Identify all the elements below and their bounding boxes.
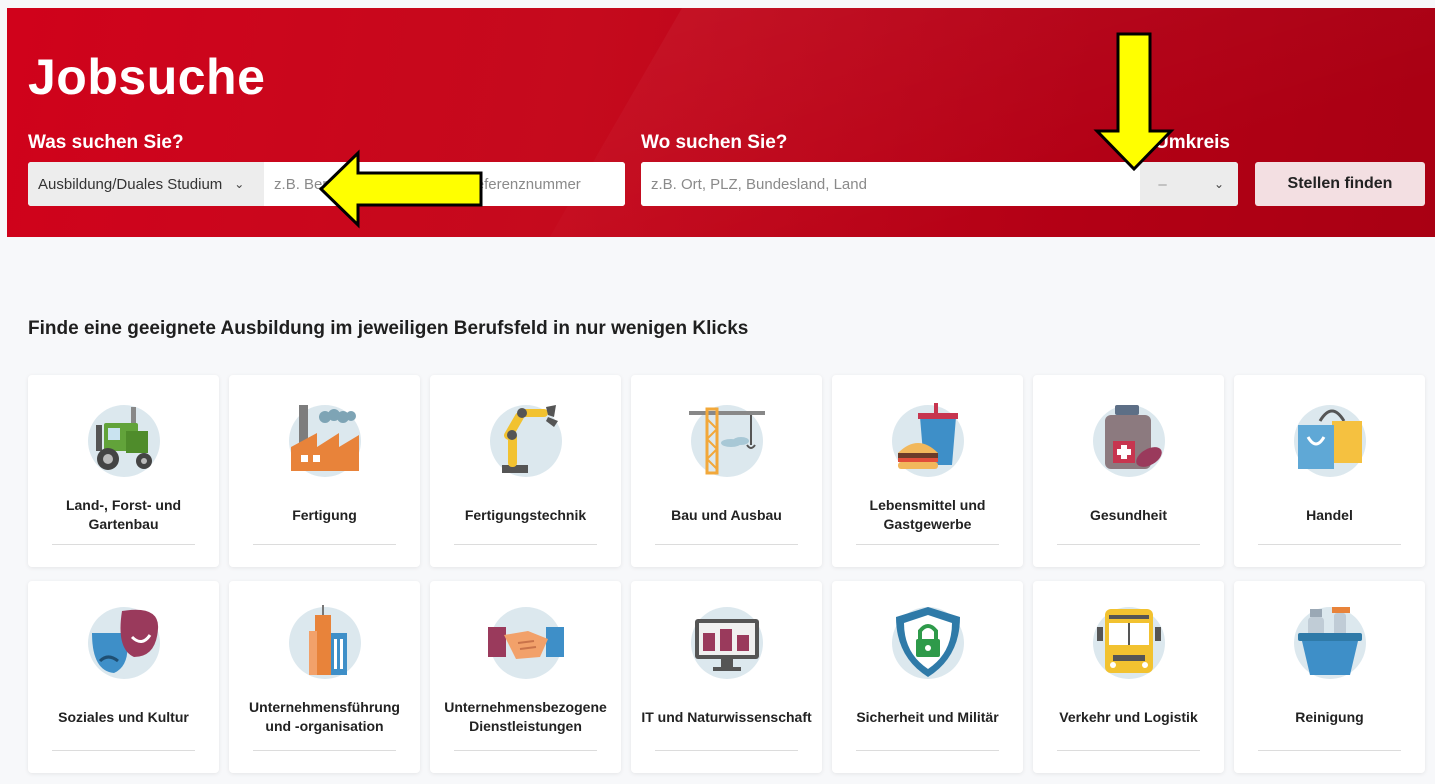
- down-arrow-annotation-icon: [1093, 32, 1175, 172]
- crane-icon: [688, 405, 765, 477]
- category-card-reinigung[interactable]: Reinigung: [1234, 581, 1425, 773]
- where-search-input[interactable]: [641, 162, 1141, 206]
- category-label: Soziales und Kultur: [58, 708, 189, 725]
- page-title: Jobsuche: [28, 49, 266, 105]
- category-label: Fertigungstechnik: [464, 506, 587, 523]
- robot-arm-icon: [489, 405, 562, 477]
- category-label: Land-, Forst- und Gartenbau: [65, 497, 182, 532]
- divider: [253, 544, 396, 545]
- office-building-icon: [288, 605, 361, 679]
- category-label: Fertigung: [292, 506, 357, 523]
- category-card-fertigung[interactable]: Fertigung: [229, 375, 420, 567]
- category-card-gesundheit[interactable]: Gesundheit: [1033, 375, 1224, 567]
- category-card-handel[interactable]: Handel: [1234, 375, 1425, 567]
- handshake-icon: [487, 607, 564, 679]
- divider: [1057, 750, 1200, 751]
- divider: [253, 750, 396, 751]
- category-label: Unternehmensbezogene Dienstleistungen: [444, 699, 607, 734]
- divider: [454, 750, 597, 751]
- divider: [52, 750, 195, 751]
- category-card-it-naturwissenschaft[interactable]: IT und Naturwissenschaft: [631, 581, 822, 773]
- divider: [52, 544, 195, 545]
- bus-icon: [1092, 607, 1165, 679]
- section-heading: Finde eine geeignete Ausbildung im jewei…: [28, 318, 749, 339]
- tractor-icon: [87, 405, 160, 477]
- chevron-down-icon: ⌄: [1213, 177, 1224, 191]
- category-label: Verkehr und Logistik: [1059, 708, 1198, 725]
- factory-icon: [288, 405, 361, 477]
- category-card-lebensmittel-gastgewerbe[interactable]: Lebensmittel und Gastgewerbe: [832, 375, 1023, 567]
- category-card-soziales-kultur[interactable]: Soziales und Kultur: [28, 581, 219, 773]
- category-label: Lebensmittel und Gastgewerbe: [869, 497, 986, 532]
- category-grid-row-2: Soziales und Kultur Unternehmensführung …: [28, 581, 1428, 773]
- divider: [1057, 544, 1200, 545]
- category-label: Gesundheit: [1089, 506, 1167, 523]
- shield-lock-icon: [891, 607, 964, 679]
- search-hero: Jobsuche Was suchen Sie? Wo suchen Sie? …: [7, 8, 1435, 237]
- divider: [1258, 750, 1401, 751]
- radius-select-value: –: [1158, 175, 1167, 193]
- theater-masks-icon: [87, 607, 160, 679]
- find-jobs-button[interactable]: Stellen finden: [1255, 162, 1425, 206]
- category-select-value: Ausbildung/Duales Studium: [38, 175, 223, 193]
- category-label: Sicherheit und Militär: [856, 708, 999, 725]
- category-card-unternehmensfuehrung[interactable]: Unternehmensführung und -organisation: [229, 581, 420, 773]
- category-card-verkehr-logistik[interactable]: Verkehr und Logistik: [1033, 581, 1224, 773]
- left-arrow-annotation-icon: [318, 149, 483, 229]
- category-card-fertigungstechnik[interactable]: Fertigungstechnik: [430, 375, 621, 567]
- medicine-icon: [1092, 405, 1165, 477]
- divider: [856, 750, 999, 751]
- shopping-bag-icon: [1293, 405, 1366, 477]
- divider: [655, 544, 798, 545]
- category-label: Bau und Ausbau: [671, 506, 782, 523]
- category-label: IT und Naturwissenschaft: [641, 708, 812, 725]
- category-label: Reinigung: [1295, 708, 1364, 725]
- divider: [655, 750, 798, 751]
- divider: [856, 544, 999, 545]
- category-card-unternehmensbezogene-dienstleistungen[interactable]: Unternehmensbezogene Dienstleistungen: [430, 581, 621, 773]
- chevron-down-icon: ⌄: [234, 177, 245, 191]
- monitor-chart-icon: [690, 607, 763, 679]
- divider: [1258, 544, 1401, 545]
- category-label: Handel: [1306, 506, 1353, 523]
- category-card-bau-ausbau[interactable]: Bau und Ausbau: [631, 375, 822, 567]
- cleaning-bucket-icon: [1293, 607, 1366, 679]
- category-card-land-forst-gartenbau[interactable]: Land-, Forst- und Gartenbau: [28, 375, 219, 567]
- category-card-sicherheit-militaer[interactable]: Sicherheit und Militär: [832, 581, 1023, 773]
- category-select[interactable]: Ausbildung/Duales Studium ⌄: [28, 162, 265, 206]
- what-label: Was suchen Sie?: [28, 132, 184, 153]
- where-label: Wo suchen Sie?: [641, 132, 788, 153]
- divider: [454, 544, 597, 545]
- burger-drink-icon: [891, 403, 964, 477]
- category-grid: Land-, Forst- und Gartenbau Fertigung Fe…: [28, 375, 1428, 567]
- category-label: Unternehmensführung und -organisation: [249, 699, 400, 734]
